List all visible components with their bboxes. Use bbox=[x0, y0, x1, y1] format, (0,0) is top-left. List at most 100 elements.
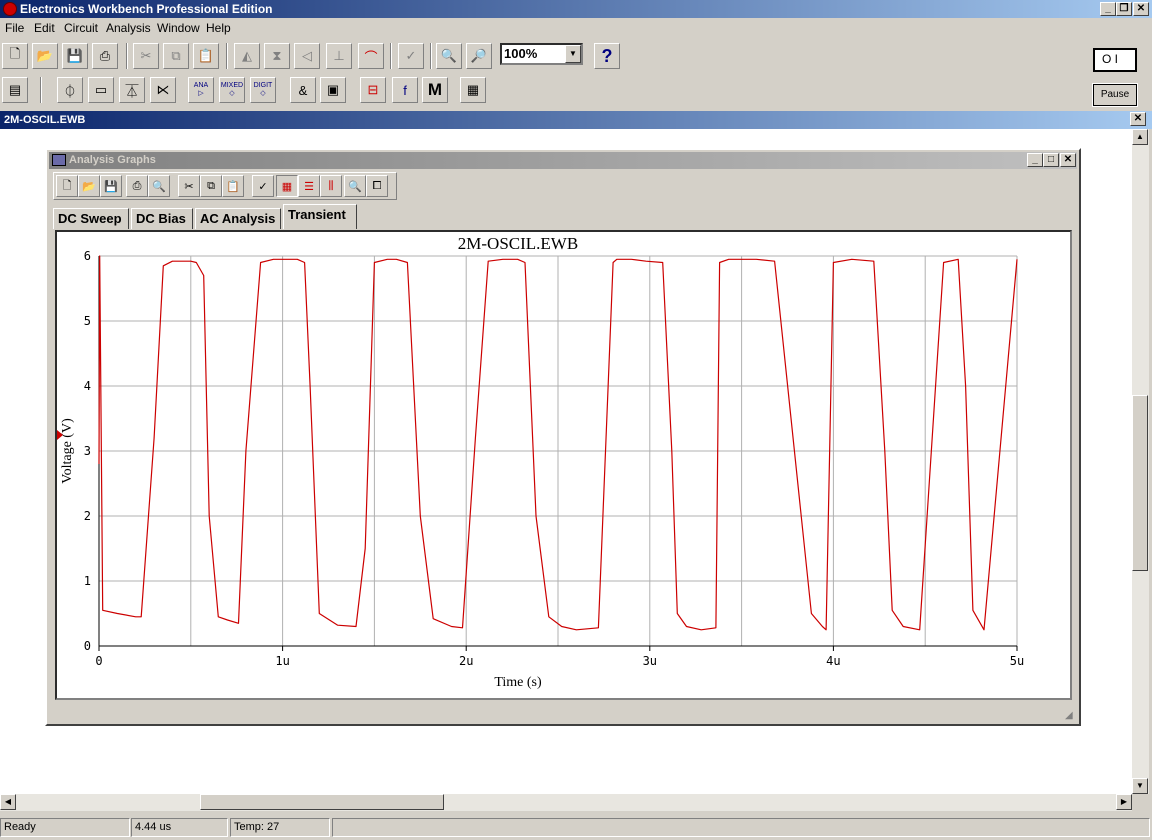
parts-bin-toggle-button[interactable]: ▤ bbox=[2, 77, 28, 103]
function-icon: f bbox=[403, 82, 407, 98]
component-properties-button[interactable]: ✓ bbox=[398, 43, 424, 69]
menu-circuit[interactable]: Circuit bbox=[64, 21, 98, 35]
new-file-button[interactable]: 🗋 bbox=[2, 43, 28, 69]
graph-paste-icon[interactable]: 📋 bbox=[222, 175, 244, 197]
pause-button[interactable]: Pause bbox=[1092, 83, 1138, 107]
cut-button[interactable]: ✂ bbox=[133, 43, 159, 69]
graph-zoom-icon[interactable]: 🔍 bbox=[344, 175, 366, 197]
legend-toggle-icon[interactable]: ☰ bbox=[298, 175, 320, 197]
scroll-right-icon[interactable]: ▶ bbox=[1116, 794, 1132, 810]
transient-plot-panel: 0 1u 2u 3u 4u 5u 0 1 2 3 4 5 6 2M-OSCIL.EWB Time (s) Vo… bbox=[55, 230, 1072, 700]
graph-curve-icon: ⌒ bbox=[364, 49, 378, 65]
resistor-icon: ▭ bbox=[94, 82, 108, 97]
rotate-button[interactable]: ◭ bbox=[234, 43, 260, 69]
paste-button[interactable]: 📋 bbox=[193, 43, 219, 69]
graph-window-icon bbox=[52, 154, 66, 166]
copy-button[interactable]: ⧉ bbox=[163, 43, 189, 69]
graph-print-icon[interactable]: ⎙ bbox=[126, 175, 148, 197]
zoom-select[interactable]: 100% ▼ bbox=[500, 43, 583, 65]
document-titlebar: 2M-OSCIL.EWB ✕ bbox=[0, 111, 1152, 129]
printer-icon: ⎙ bbox=[99, 48, 111, 63]
menu-edit[interactable]: Edit bbox=[34, 21, 55, 35]
graph-restore-icon[interactable]: ⧠ bbox=[366, 175, 388, 197]
vertical-scroll-thumb[interactable] bbox=[1132, 395, 1148, 571]
restore-button[interactable]: ❐ bbox=[1116, 2, 1132, 16]
document-close-button[interactable]: ✕ bbox=[1130, 112, 1146, 126]
logic-gates-bin-button[interactable]: & bbox=[290, 77, 316, 103]
help-question-icon: ? bbox=[601, 45, 613, 66]
analog-ics-bin-button[interactable]: ANA ▷ bbox=[188, 77, 214, 103]
tab-transient[interactable]: Transient bbox=[283, 204, 357, 229]
y-tick-label: 2 bbox=[84, 509, 91, 523]
sources-bin-button[interactable]: ⏀ bbox=[57, 77, 83, 103]
resize-grip-icon[interactable]: ◢ bbox=[1065, 710, 1077, 722]
mixed-ics-bin-button[interactable]: MIXED ◇ bbox=[219, 77, 245, 103]
graph-close-button[interactable]: ✕ bbox=[1060, 153, 1076, 167]
digital-ics-bin-button[interactable]: DIGIT ◇ bbox=[250, 77, 276, 103]
minimize-button[interactable]: _ bbox=[1100, 2, 1116, 16]
menu-file[interactable]: File bbox=[5, 21, 24, 35]
flip-vertical-button[interactable]: ◁ bbox=[294, 43, 320, 69]
cursors-toggle-icon[interactable]: ⫼ bbox=[320, 175, 342, 197]
flipflop-icon: ▣ bbox=[326, 82, 340, 97]
scroll-down-icon[interactable]: ▼ bbox=[1132, 778, 1148, 794]
zoom-out-button[interactable]: 🔍 bbox=[436, 43, 462, 69]
controls-bin-button[interactable]: f bbox=[392, 77, 418, 103]
x-tick-label: 0 bbox=[95, 654, 102, 668]
subcircuit-button[interactable]: ⊥ bbox=[326, 43, 352, 69]
digital-bin-button[interactable]: ▣ bbox=[320, 77, 346, 103]
close-button[interactable]: ✕ bbox=[1133, 2, 1149, 16]
grid-toggle-icon[interactable]: ▦ bbox=[276, 175, 298, 197]
help-button[interactable]: ? bbox=[594, 43, 620, 69]
zoom-in-icon: 🔎 bbox=[470, 48, 488, 63]
instruments-bin-button[interactable]: ▦ bbox=[460, 77, 486, 103]
save-button[interactable]: 💾 bbox=[62, 43, 88, 69]
graph-properties-icon[interactable]: ✓ bbox=[252, 175, 274, 197]
status-blank bbox=[332, 818, 1150, 837]
menu-help[interactable]: Help bbox=[206, 21, 231, 35]
graph-open-icon[interactable]: 📂 bbox=[78, 175, 100, 197]
vertical-scrollbar[interactable]: ▲ ▼ bbox=[1132, 129, 1149, 794]
chevron-down-icon[interactable]: ▼ bbox=[565, 45, 581, 63]
misc-bin-button[interactable]: M bbox=[422, 77, 448, 103]
graph-print-preview-icon[interactable]: 🔍 bbox=[148, 175, 170, 197]
graph-cut-icon[interactable]: ✂ bbox=[178, 175, 200, 197]
instrument-icon: ▦ bbox=[466, 82, 480, 97]
indicators-bin-button[interactable]: ⊟ bbox=[360, 77, 386, 103]
zoom-in-button[interactable]: 🔎 bbox=[466, 43, 492, 69]
document-title: 2M-OSCIL.EWB bbox=[4, 114, 86, 126]
toolbar-separator bbox=[126, 43, 128, 69]
toolbar-separator bbox=[40, 77, 42, 103]
app-logo-icon bbox=[3, 2, 17, 16]
print-button[interactable]: ⎙ bbox=[92, 43, 118, 69]
flip-vertical-icon: ◁ bbox=[302, 48, 312, 63]
horizontal-scroll-thumb[interactable] bbox=[200, 794, 444, 810]
menu-analysis[interactable]: Analysis bbox=[106, 21, 151, 35]
graph-minimize-button[interactable]: _ bbox=[1027, 153, 1043, 167]
tab-ac-analysis[interactable]: AC Analysis bbox=[195, 208, 281, 229]
transistors-bin-button[interactable]: ⋉ bbox=[150, 77, 176, 103]
graph-button[interactable]: ⌒ bbox=[358, 43, 384, 69]
diodes-bin-button[interactable]: ⏄ bbox=[119, 77, 145, 103]
power-switch-label: O I bbox=[1102, 52, 1119, 66]
scroll-left-icon[interactable]: ◀ bbox=[0, 794, 16, 810]
open-file-button[interactable]: 📂 bbox=[32, 43, 58, 69]
menu-window[interactable]: Window bbox=[157, 21, 200, 35]
flip-horizontal-button[interactable]: ⧗ bbox=[264, 43, 290, 69]
graph-copy-icon[interactable]: ⧉ bbox=[200, 175, 222, 197]
scroll-up-icon[interactable]: ▲ bbox=[1132, 129, 1148, 145]
analysis-graphs-titlebar: Analysis Graphs _ □ ✕ bbox=[49, 152, 1077, 169]
basic-bin-button[interactable]: ▭ bbox=[88, 77, 114, 103]
power-switch[interactable]: O I bbox=[1093, 48, 1137, 72]
tab-dc-sweep[interactable]: DC Sweep bbox=[53, 208, 129, 229]
check-pen-icon: ✓ bbox=[405, 48, 417, 63]
status-bar: Ready 4.44 us Temp: 27 bbox=[0, 815, 1152, 840]
flip-horizontal-icon: ⧗ bbox=[272, 48, 282, 63]
display-icon: ⊟ bbox=[367, 82, 379, 97]
graph-new-icon[interactable]: 🗋 bbox=[56, 175, 78, 197]
scissors-icon: ✂ bbox=[140, 48, 152, 63]
tab-dc-bias[interactable]: DC Bias bbox=[131, 208, 193, 229]
horizontal-scrollbar[interactable]: ◀ ▶ bbox=[0, 794, 1132, 811]
graph-maximize-button[interactable]: □ bbox=[1043, 153, 1059, 167]
graph-save-icon[interactable]: 💾 bbox=[100, 175, 122, 197]
